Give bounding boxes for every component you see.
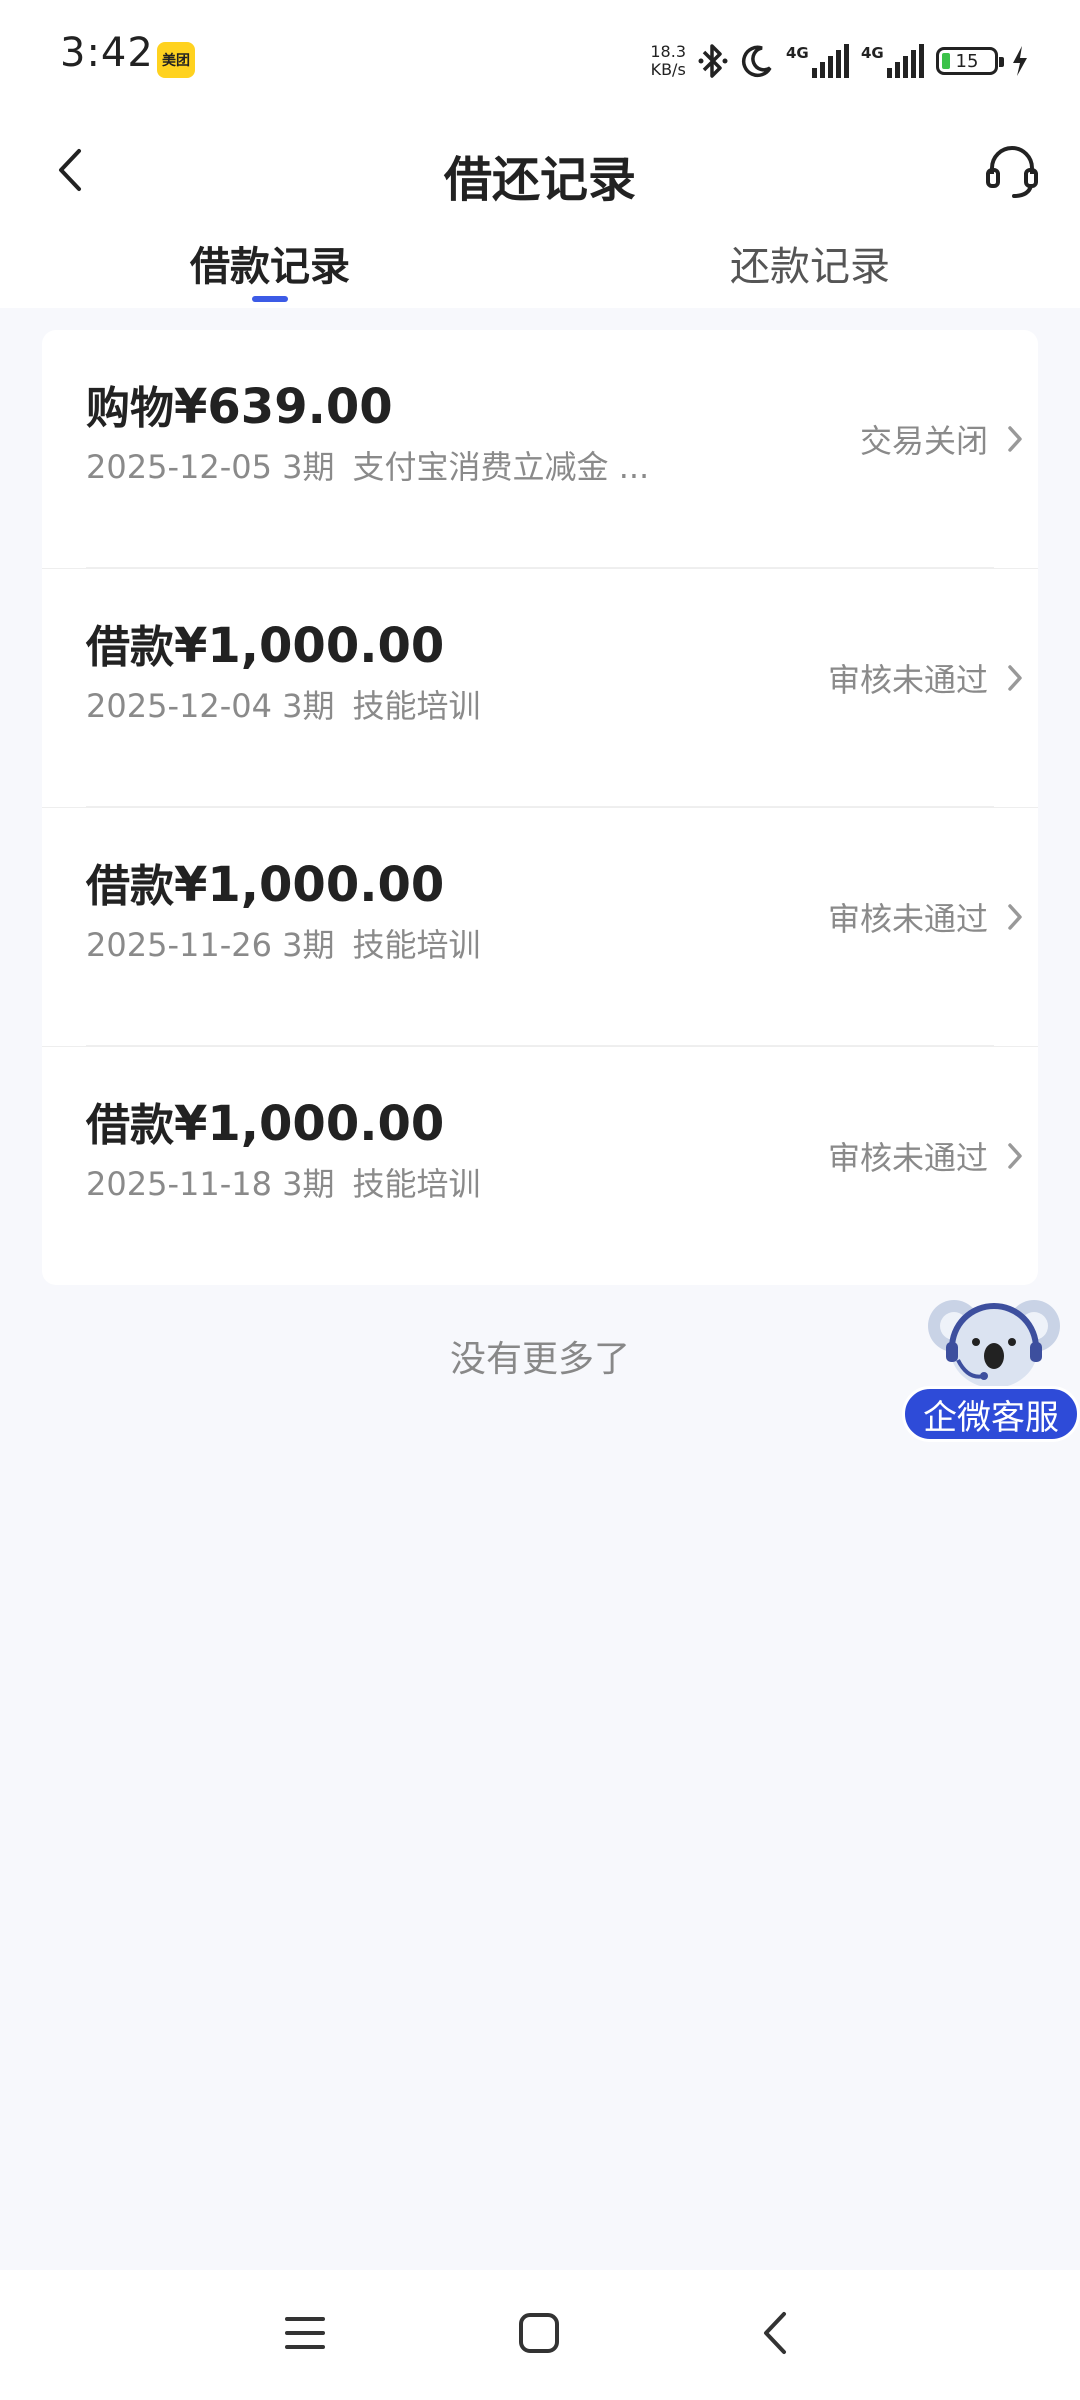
- status-bar: 3:42 美团 18.3 KB/s 4G 4G 15: [0, 0, 1080, 120]
- record-type: 借款: [86, 1100, 174, 1151]
- record-date: 2025-12-05: [86, 448, 272, 486]
- record-amount: ¥639.00: [174, 379, 393, 435]
- record-date: 2025-12-04: [86, 687, 272, 725]
- record-type: 借款: [86, 861, 174, 912]
- list-item[interactable]: 借款¥1,000.00 2025-11-26 3期 技能培训 审核未通过: [42, 808, 1038, 1047]
- record-term: 3期: [282, 687, 335, 725]
- divider: [86, 806, 994, 807]
- record-tabs: 借款记录 还款记录: [0, 220, 1080, 308]
- list-item[interactable]: 借款¥1,000.00 2025-12-04 3期 技能培训 审核未通过: [42, 569, 1038, 808]
- record-status-text: 审核未通过: [827, 1139, 988, 1177]
- home-button[interactable]: [504, 2298, 574, 2368]
- record-title: 借款¥1,000.00: [86, 1089, 444, 1153]
- record-status: 交易关闭: [860, 416, 1024, 462]
- record-type: 购物: [86, 383, 174, 434]
- signal-strength-2: 4G: [861, 44, 924, 78]
- system-back-icon: [764, 2312, 786, 2354]
- record-title: 借款¥1,000.00: [86, 611, 444, 675]
- divider: [86, 1045, 994, 1046]
- moon-icon: [741, 45, 772, 78]
- battery-indicator: 15: [936, 47, 1004, 75]
- record-purpose: 技能培训: [352, 687, 481, 725]
- nav-bar: 借还记录: [0, 120, 1080, 220]
- record-status: 审核未通过: [828, 894, 1024, 940]
- status-icons: 18.3 KB/s 4G 4G 15: [650, 36, 1030, 86]
- record-title: 购物¥639.00: [86, 372, 393, 436]
- record-type: 借款: [86, 622, 174, 673]
- back-arrow-icon: [59, 149, 81, 191]
- screen: 3:42 美团 18.3 KB/s 4G 4G 15 借还记录 借款记录 还款记…: [0, 0, 1080, 2400]
- record-purpose: 技能培训: [352, 1165, 481, 1203]
- headset-icon: [986, 146, 1038, 198]
- meituan-app-icon: 美团: [157, 42, 195, 78]
- floating-customer-service[interactable]: 企微客服: [902, 1290, 1080, 1442]
- tab-loan-records[interactable]: 借款记录: [190, 234, 350, 292]
- record-details: 2025-12-05 3期 支付宝消费立减金 ...: [86, 442, 649, 488]
- active-tab-indicator: [252, 296, 288, 302]
- page-title: 借还记录: [443, 152, 636, 208]
- record-term: 3期: [282, 926, 335, 964]
- net-speed-value: 18.3: [650, 42, 686, 61]
- net-speed-unit: KB/s: [650, 60, 686, 79]
- customer-service-button[interactable]: [978, 136, 1046, 204]
- record-status-text: 审核未通过: [827, 661, 988, 699]
- net-speed: 18.3 KB/s: [650, 43, 686, 79]
- record-term: 3期: [282, 448, 335, 486]
- menu-icon: [285, 2317, 325, 2349]
- floating-service-label: 企微客服: [902, 1386, 1080, 1442]
- record-amount: ¥1,000.00: [174, 618, 445, 674]
- records-list: 购物¥639.00 2025-12-05 3期 支付宝消费立减金 ... 交易关闭…: [42, 330, 1038, 1285]
- system-navigation-bar: [0, 2270, 1080, 2400]
- record-amount: ¥1,000.00: [174, 1096, 445, 1152]
- record-status: 审核未通过: [828, 1133, 1024, 1179]
- list-item[interactable]: 购物¥639.00 2025-12-05 3期 支付宝消费立减金 ... 交易关闭: [42, 330, 1038, 569]
- menu-button[interactable]: [270, 2298, 340, 2368]
- chevron-right-icon: [1008, 665, 1022, 691]
- record-amount: ¥1,000.00: [174, 857, 445, 913]
- battery-level: 15: [955, 50, 979, 72]
- system-back-button[interactable]: [740, 2298, 810, 2368]
- chevron-right-icon: [1008, 426, 1022, 452]
- record-purpose: 技能培训: [352, 926, 481, 964]
- home-icon: [519, 2313, 559, 2353]
- bluetooth-icon: [698, 44, 728, 78]
- signal-1-label: 4G: [786, 44, 809, 62]
- record-date: 2025-11-26: [86, 926, 272, 964]
- record-purpose: 支付宝消费立减金 ...: [352, 448, 650, 486]
- record-term: 3期: [282, 1165, 335, 1203]
- record-status-text: 交易关闭: [859, 422, 988, 460]
- record-status-text: 审核未通过: [827, 900, 988, 938]
- record-date: 2025-11-18: [86, 1165, 272, 1203]
- back-button[interactable]: [40, 140, 100, 200]
- signal-strength-1: 4G: [786, 44, 849, 78]
- chevron-right-icon: [1008, 1143, 1022, 1169]
- record-status: 审核未通过: [828, 655, 1024, 701]
- tab-repayment-records[interactable]: 还款记录: [730, 234, 890, 292]
- signal-2-label: 4G: [861, 44, 884, 62]
- charging-icon: [1013, 46, 1027, 76]
- record-title: 借款¥1,000.00: [86, 850, 444, 914]
- list-item[interactable]: 借款¥1,000.00 2025-11-18 3期 技能培训 审核未通过: [42, 1047, 1038, 1285]
- record-details: 2025-11-18 3期 技能培训: [86, 1159, 481, 1205]
- record-details: 2025-11-26 3期 技能培训: [86, 920, 481, 966]
- record-details: 2025-12-04 3期 技能培训: [86, 681, 481, 727]
- koala-mascot-icon: [928, 1300, 1060, 1388]
- divider: [86, 567, 994, 568]
- status-time: 3:42: [60, 30, 154, 76]
- chevron-right-icon: [1008, 904, 1022, 930]
